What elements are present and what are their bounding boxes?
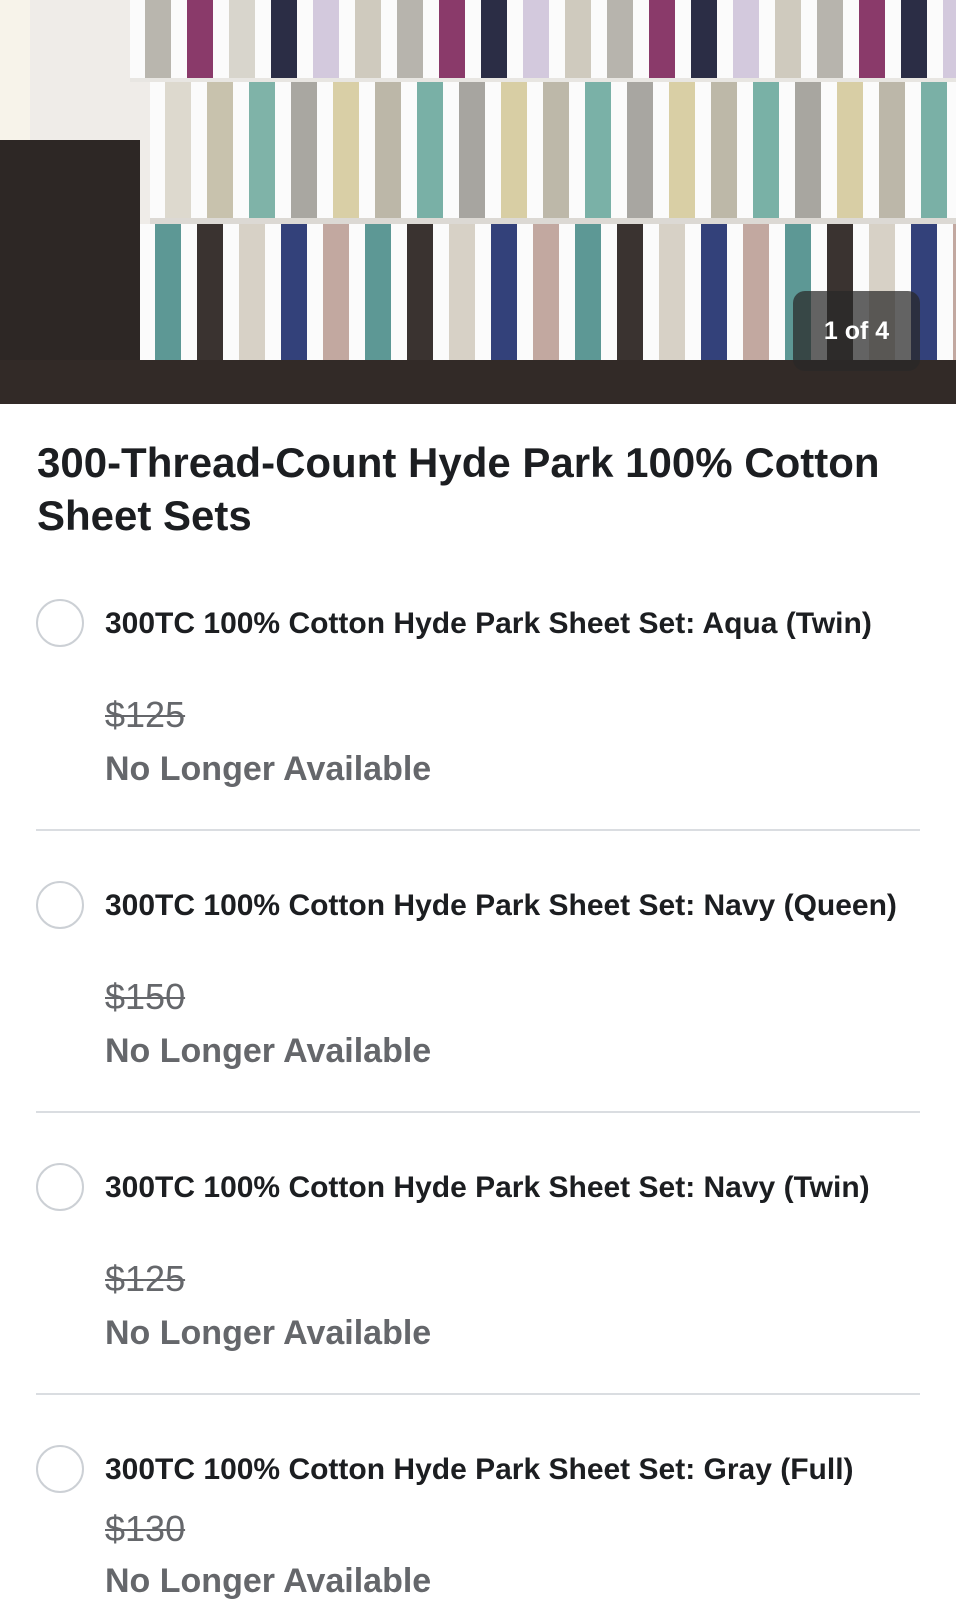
option-name: 300TC 100% Cotton Hyde Park Sheet Set: G… — [105, 1453, 854, 1486]
image-counter: 1 of 4 — [793, 291, 920, 371]
divider — [36, 829, 920, 831]
option-radio[interactable] — [36, 1163, 84, 1211]
option-price: $125 — [105, 1258, 186, 1299]
option-price: $130 — [105, 1508, 186, 1549]
option-status: No Longer Available — [105, 1032, 432, 1070]
option-price: $150 — [105, 976, 186, 1017]
product-image[interactable]: 1 of 4 — [0, 0, 956, 404]
option-status: No Longer Available — [105, 1314, 432, 1352]
option-name: 300TC 100% Cotton Hyde Park Sheet Set: A… — [105, 607, 872, 640]
divider — [36, 1111, 920, 1113]
option-status: No Longer Available — [105, 750, 432, 788]
option-price: $125 — [105, 694, 186, 735]
option-radio[interactable] — [36, 1445, 84, 1493]
option-radio[interactable] — [36, 881, 84, 929]
option-name: 300TC 100% Cotton Hyde Park Sheet Set: N… — [105, 889, 897, 922]
option-radio[interactable] — [36, 599, 84, 647]
divider — [36, 1393, 920, 1395]
product-title: 300-Thread-Count Hyde Park 100% Cotton S… — [37, 439, 880, 539]
option-name: 300TC 100% Cotton Hyde Park Sheet Set: N… — [105, 1171, 870, 1204]
option-status: No Longer Available — [105, 1562, 432, 1600]
